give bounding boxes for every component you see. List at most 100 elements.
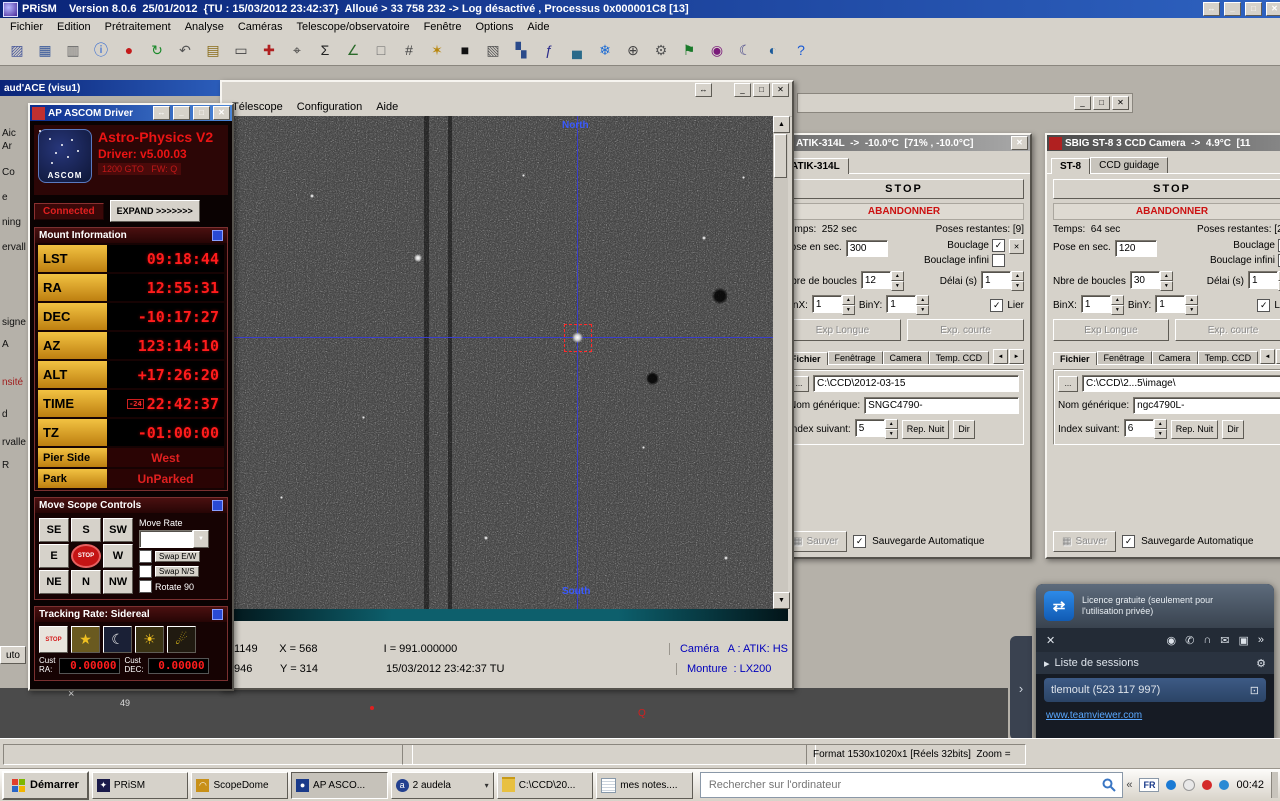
browse-button[interactable]: ... bbox=[1058, 376, 1078, 392]
close-icon[interactable]: ✕ bbox=[1046, 634, 1055, 647]
resize-window-button[interactable]: ↔ bbox=[1203, 2, 1220, 16]
abort-button[interactable]: ABANDONNER bbox=[1053, 203, 1280, 220]
move-w-button[interactable]: W bbox=[103, 544, 133, 568]
image-menu-item[interactable]: Aide bbox=[370, 100, 404, 114]
move-se-button[interactable]: SE bbox=[39, 518, 69, 542]
loop-checkbox[interactable]: ✓ bbox=[992, 239, 1005, 252]
stop-icon[interactable]: ● bbox=[115, 37, 143, 63]
night-folder-button[interactable]: Rep. Nuit bbox=[902, 420, 950, 439]
short-exposure-button[interactable]: Exp. courte bbox=[907, 319, 1024, 341]
minimize-window-button[interactable]: _ bbox=[173, 106, 190, 120]
move-e-button[interactable]: E bbox=[39, 544, 69, 568]
expand-button[interactable]: EXPAND >>>>>>> bbox=[110, 200, 200, 222]
select-region-icon[interactable]: □ bbox=[367, 37, 395, 63]
gear-icon[interactable]: ⚙ bbox=[647, 37, 675, 63]
mosaic-icon[interactable]: ▚ bbox=[507, 37, 535, 63]
minimize-window-button[interactable]: _ bbox=[734, 83, 751, 97]
dir-button[interactable]: Dir bbox=[1222, 420, 1244, 439]
save-image-icon[interactable]: ▦ bbox=[31, 37, 59, 63]
angle-icon[interactable]: ∠ bbox=[339, 37, 367, 63]
loops-stepper[interactable]: 12 ▲▼ bbox=[861, 271, 904, 291]
session-entry[interactable]: tlemoult (523 117 997) ⊡ bbox=[1044, 678, 1266, 702]
save-path-field[interactable]: C:\CCD\2012-03-15 bbox=[813, 375, 1019, 392]
flag-icon[interactable]: ⚑ bbox=[675, 37, 703, 63]
close-window-button[interactable]: ✕ bbox=[1266, 2, 1280, 16]
print-icon[interactable]: ▭ bbox=[227, 37, 255, 63]
link-bin-checkbox[interactable]: ✓ bbox=[1257, 299, 1270, 312]
globe-icon[interactable]: ◐ bbox=[759, 37, 787, 63]
long-exposure-button[interactable]: Exp Longue bbox=[784, 319, 901, 341]
menu-item[interactable]: Fichier bbox=[4, 20, 49, 34]
binx-stepper[interactable]: 1 ▲▼ bbox=[1081, 295, 1124, 315]
language-indicator[interactable]: FR bbox=[1139, 778, 1159, 792]
swap-ns-checkbox[interactable]: ✓ bbox=[139, 565, 152, 578]
resize-window-button[interactable]: ↔ bbox=[153, 106, 170, 120]
settings-tab[interactable]: Fenêtrage bbox=[828, 351, 883, 364]
image-menu-item[interactable]: Configuration bbox=[291, 100, 368, 114]
settings-tab[interactable]: Camera bbox=[883, 351, 929, 364]
generic-name-input[interactable]: ngc4790L- bbox=[1133, 397, 1280, 414]
biny-stepper[interactable]: 1 ▲▼ bbox=[886, 295, 929, 315]
loop-infinite-checkbox[interactable] bbox=[992, 254, 1005, 267]
headset-icon[interactable]: ∩ bbox=[1203, 634, 1211, 647]
settings-tab[interactable]: Temp. CCD bbox=[929, 351, 990, 364]
short-exposure-button[interactable]: Exp. courte bbox=[1175, 319, 1280, 341]
grid-icon[interactable]: # bbox=[395, 37, 423, 63]
taskbar-item-scopedome[interactable]: ◠ ScopeDome bbox=[191, 772, 288, 799]
connection-status-chip[interactable]: Connected bbox=[34, 203, 104, 220]
menu-item[interactable]: Analyse bbox=[179, 20, 230, 34]
ascom-titlebar[interactable]: AP ASCOM Driver ↔ _ □ ✕ bbox=[30, 105, 232, 121]
refresh-icon[interactable]: ↻ bbox=[143, 37, 171, 63]
settings-tab[interactable]: Camera bbox=[1152, 351, 1198, 364]
menu-item[interactable]: Fenêtre bbox=[418, 20, 468, 34]
compass-icon[interactable]: ⊕ bbox=[619, 37, 647, 63]
alert-tray-icon[interactable] bbox=[1202, 780, 1212, 790]
more-icon[interactable]: » bbox=[1258, 634, 1264, 647]
scroll-up-icon[interactable]: ▲ bbox=[773, 116, 790, 133]
teamviewer-collapse-tab[interactable]: › bbox=[1010, 636, 1032, 740]
background-auto-button-fragment[interactable]: uto bbox=[0, 646, 26, 664]
taskbar-item-notes[interactable]: mes notes.... bbox=[596, 772, 693, 799]
close-window-button[interactable]: ✕ bbox=[772, 83, 789, 97]
network-tray-icon[interactable] bbox=[1219, 780, 1229, 790]
abort-button[interactable]: ABANDONNER bbox=[784, 203, 1024, 220]
settings-tab[interactable]: Fenêtrage bbox=[1097, 351, 1152, 364]
close-icon[interactable]: ✕ bbox=[1011, 136, 1028, 150]
long-exposure-button[interactable]: Exp Longue bbox=[1053, 319, 1169, 341]
histogram-icon[interactable]: ▄ bbox=[563, 37, 591, 63]
delay-stepper[interactable]: 1 ▲▼ bbox=[1248, 271, 1280, 291]
atik-titlebar[interactable]: ATIK-314L -> -10.0°C [71% , -10.0°C] ✕ bbox=[778, 135, 1030, 151]
next-index-stepper[interactable]: 5 ▲▼ bbox=[855, 419, 898, 439]
autosave-checkbox[interactable]: ✓ bbox=[1122, 535, 1135, 548]
tab-scroll-right-icon[interactable]: ► bbox=[1009, 349, 1024, 364]
flat-frame-icon[interactable]: ▧ bbox=[479, 37, 507, 63]
delay-stepper[interactable]: 1 ▲▼ bbox=[981, 271, 1024, 291]
tracking-stop-button[interactable]: STOP bbox=[39, 626, 68, 653]
link-bin-checkbox[interactable]: ✓ bbox=[990, 299, 1003, 312]
star-field-icon[interactable]: ✶ bbox=[423, 37, 451, 63]
menu-item[interactable]: Caméras bbox=[232, 20, 289, 34]
menu-item[interactable]: Telescope/observatoire bbox=[290, 20, 415, 34]
rotate-90-checkbox[interactable] bbox=[139, 580, 152, 593]
menu-item[interactable]: Prétraitement bbox=[99, 20, 177, 34]
dark-frame-icon[interactable]: ■ bbox=[451, 37, 479, 63]
teamviewer-link[interactable]: www.teamviewer.com bbox=[1046, 710, 1142, 721]
info-icon[interactable]: ⓘ bbox=[87, 37, 115, 63]
taskbar-item-ccd-folder[interactable]: C:\CCD\20... bbox=[497, 772, 594, 799]
tray-expand-icon[interactable]: « bbox=[1126, 779, 1132, 791]
snowflake-icon[interactable]: ❄ bbox=[591, 37, 619, 63]
minimize-window-button[interactable]: _ bbox=[1224, 2, 1241, 16]
maximize-window-button[interactable]: □ bbox=[1093, 96, 1110, 110]
gear-icon[interactable]: ⚙ bbox=[1256, 657, 1266, 670]
crosshair-icon[interactable]: ✚ bbox=[255, 37, 283, 63]
minimize-window-button[interactable]: _ bbox=[1074, 96, 1091, 110]
clipboard-icon[interactable]: ▣ bbox=[1238, 634, 1248, 647]
loops-stepper[interactable]: 30 ▲▼ bbox=[1130, 271, 1173, 291]
exposure-input[interactable]: 120 bbox=[1115, 240, 1157, 257]
image-window-titlebar[interactable]: ↔ _ □ ✕ bbox=[222, 82, 792, 98]
binx-stepper[interactable]: 1 ▲▼ bbox=[812, 295, 855, 315]
sum-icon[interactable]: Σ bbox=[311, 37, 339, 63]
taskbar-item-prism[interactable]: ✦ PRiSM bbox=[92, 772, 189, 799]
connect-session-icon[interactable]: ⊡ bbox=[1250, 684, 1259, 697]
tab-scroll-left-icon[interactable]: ◄ bbox=[993, 349, 1008, 364]
